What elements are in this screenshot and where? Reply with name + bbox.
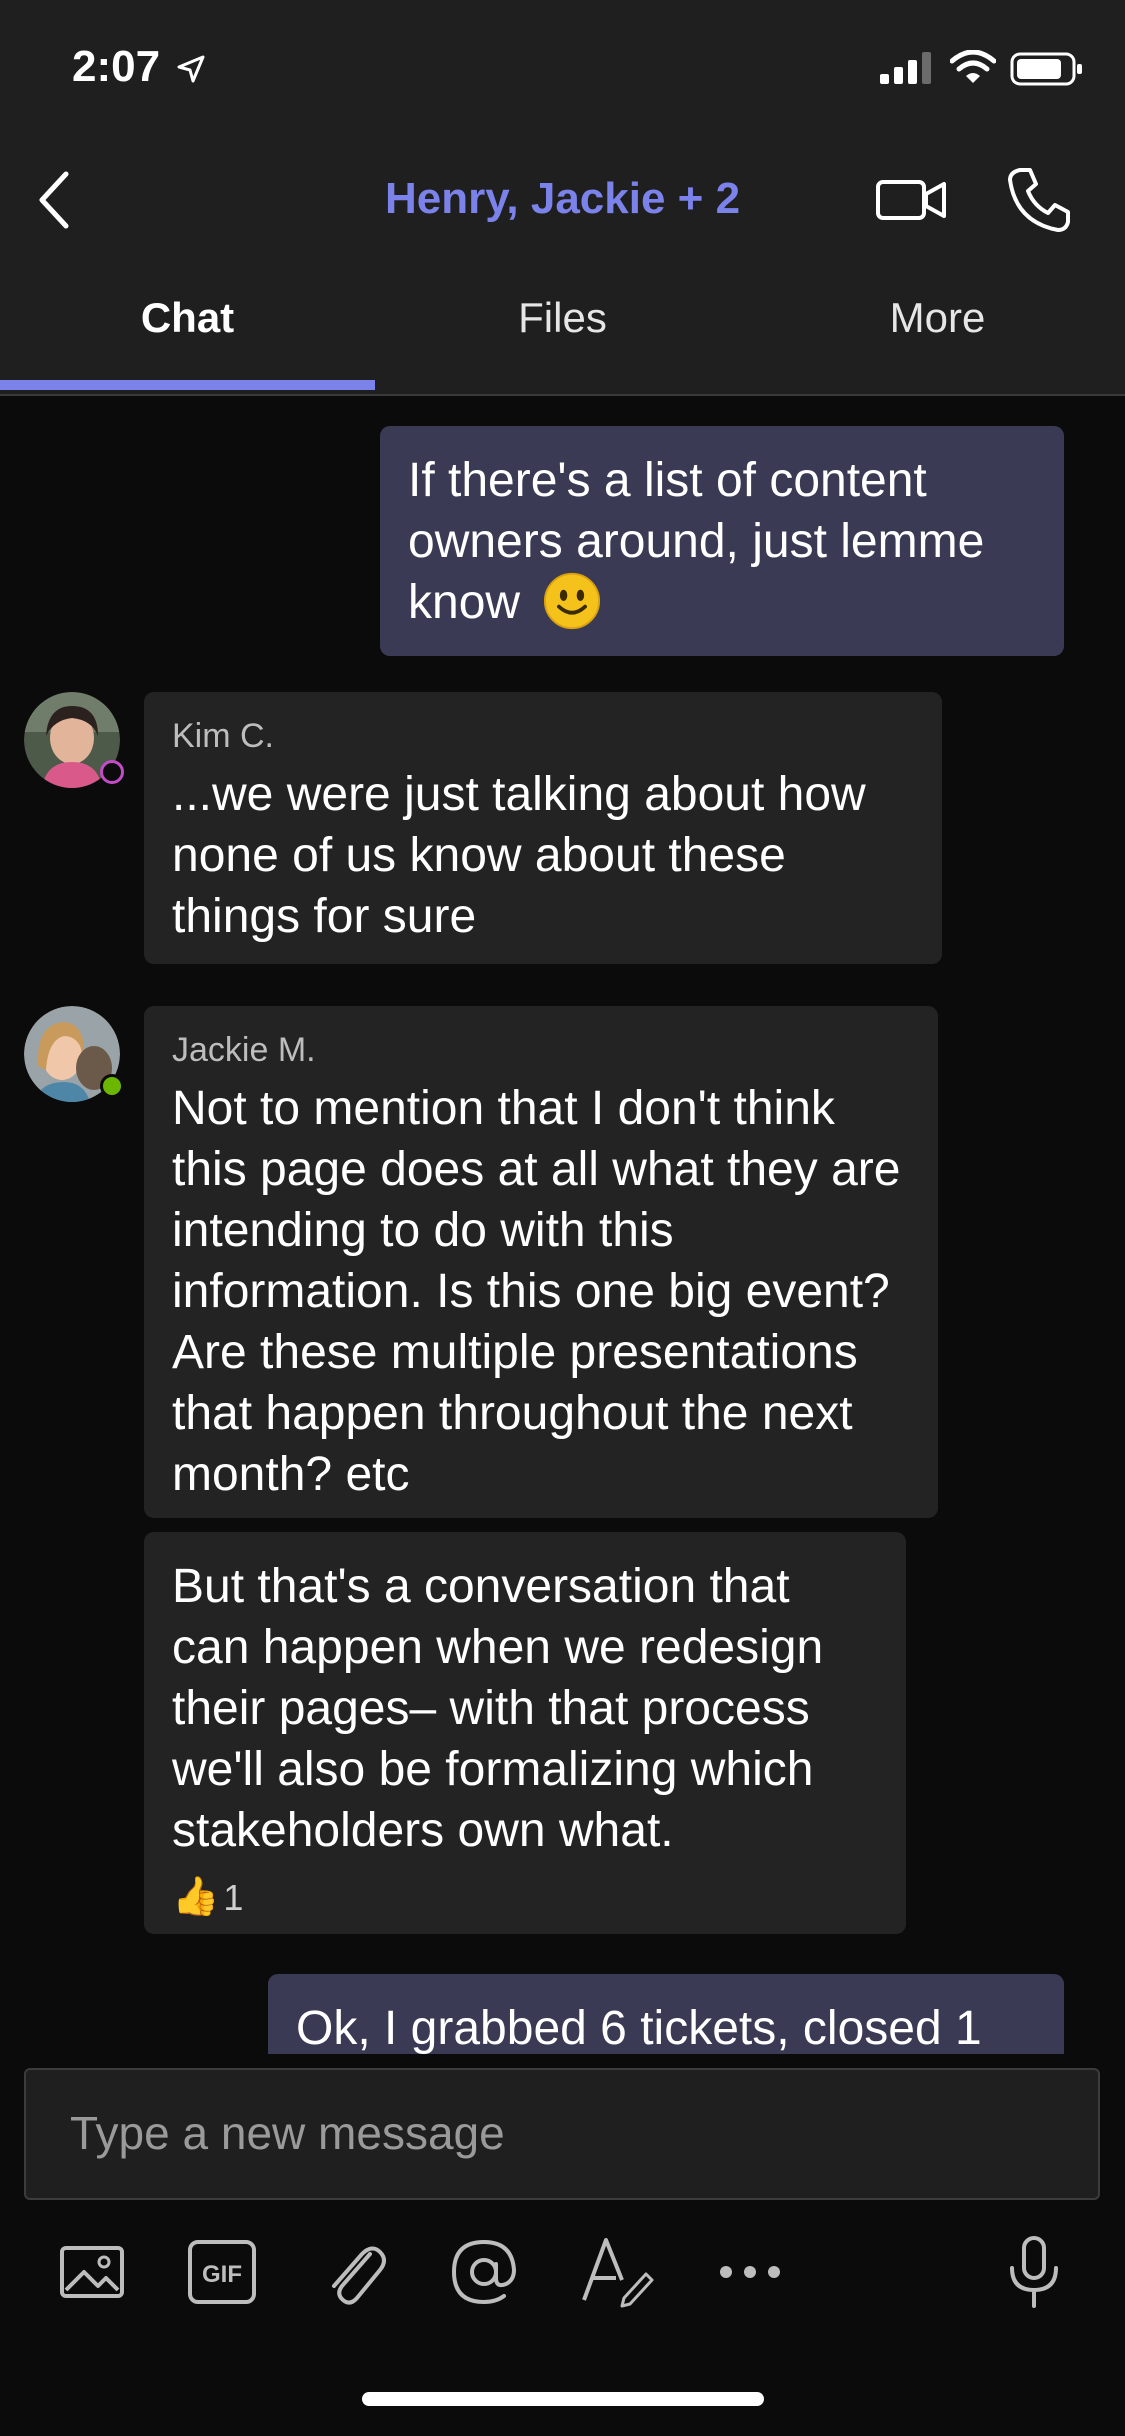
smiley-emoji-icon	[544, 572, 601, 630]
message-text: If there's a list of content owners arou…	[408, 454, 985, 629]
top-bar: 2:07 Henry, Jackie + 2 Chat Files More	[0, 0, 1125, 396]
video-camera-icon[interactable]	[874, 170, 950, 230]
own-message-bubble[interactable]: If there's a list of content owners arou…	[380, 426, 1064, 656]
composer: Type a new message GIF	[0, 2054, 1125, 2436]
phone-icon[interactable]	[1006, 164, 1070, 234]
tab-chat[interactable]: Chat	[0, 294, 375, 342]
avatar-jackie[interactable]	[24, 1006, 124, 1102]
microphone-icon[interactable]	[996, 2234, 1072, 2310]
cellular-signal-icon	[880, 52, 931, 84]
reaction-count: 1	[223, 1877, 244, 1918]
message-text: But that's a conversation that can happe…	[172, 1560, 824, 1857]
thumbs-up-emoji-icon: 👍	[172, 1876, 220, 1918]
home-indicator	[362, 2392, 764, 2406]
svg-text:GIF: GIF	[202, 2261, 242, 2288]
tab-files[interactable]: Files	[375, 294, 750, 342]
location-arrow-icon	[177, 55, 205, 83]
chat-header: Henry, Jackie + 2	[0, 140, 1125, 260]
active-tab-indicator	[0, 380, 375, 390]
image-icon[interactable]	[54, 2234, 130, 2310]
tab-bar: Chat Files More	[0, 270, 1125, 396]
message-bubble[interactable]: But that's a conversation that can happe…	[144, 1532, 906, 1934]
more-icon[interactable]	[712, 2234, 788, 2310]
message-list[interactable]: If there's a list of content owners arou…	[0, 396, 1125, 2054]
message-text: Ok, I grabbed 6 tickets, closed 1	[296, 2002, 982, 2054]
message-text: Not to mention that I don't think this p…	[172, 1082, 901, 1501]
format-icon[interactable]	[578, 2234, 654, 2310]
reaction-summary[interactable]: 👍 1	[172, 1867, 878, 1928]
attach-icon[interactable]	[316, 2234, 392, 2310]
tab-more[interactable]: More	[750, 294, 1125, 342]
own-message-bubble[interactable]: Ok, I grabbed 6 tickets, closed 1	[268, 1974, 1064, 2054]
message-bubble[interactable]: Jackie M. Not to mention that I don't th…	[144, 1006, 938, 1518]
status-time: 2:07	[72, 42, 161, 91]
presence-away-icon	[100, 760, 124, 784]
mention-icon[interactable]	[446, 2234, 522, 2310]
chat-title[interactable]: Henry, Jackie + 2	[0, 174, 1125, 224]
presence-available-icon	[100, 1074, 124, 1098]
message-text: ...we were just talking about how none o…	[172, 768, 866, 943]
gif-icon[interactable]: GIF	[184, 2234, 260, 2310]
battery-icon	[1010, 52, 1082, 86]
sender-name: Kim C.	[172, 717, 274, 755]
message-bubble[interactable]: Kim C. ...we were just talking about how…	[144, 692, 942, 964]
status-bar: 2:07	[0, 0, 1125, 140]
wifi-icon	[950, 50, 996, 83]
sender-name: Jackie M.	[172, 1031, 316, 1069]
avatar-kim[interactable]	[24, 692, 124, 788]
message-input[interactable]: Type a new message	[24, 2068, 1100, 2200]
